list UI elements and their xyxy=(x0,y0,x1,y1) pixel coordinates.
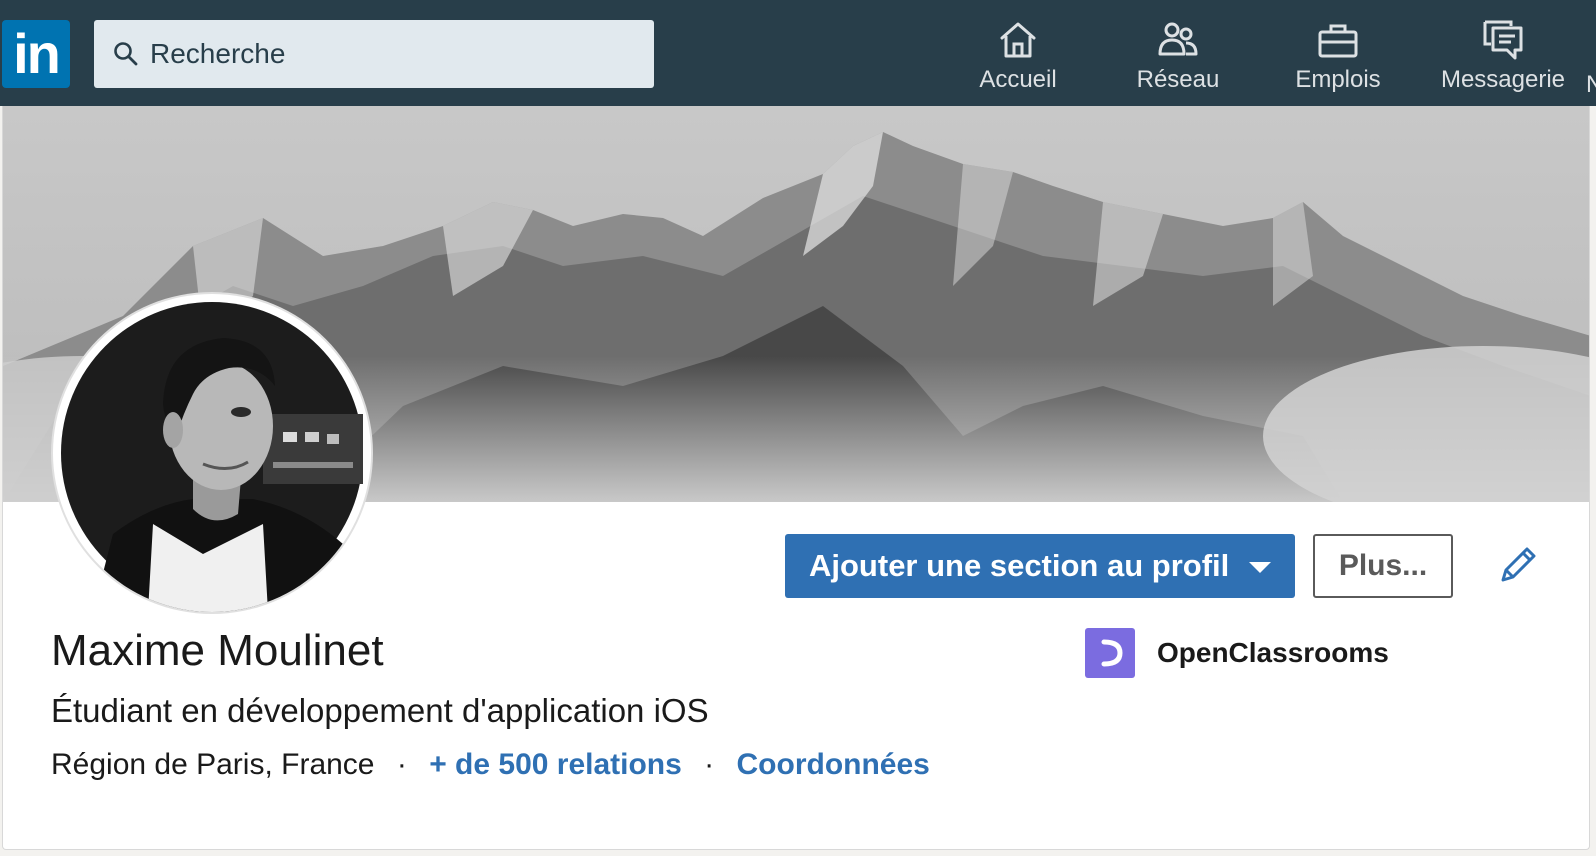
nav-item-reseau[interactable]: Réseau xyxy=(1118,18,1238,98)
linkedin-logo[interactable]: in xyxy=(2,20,70,88)
nav-item-messagerie[interactable]: Messagerie xyxy=(1428,18,1578,98)
messaging-icon xyxy=(1483,20,1523,60)
profile-card: Ajouter une section au profil Plus... Ma… xyxy=(2,106,1590,850)
profile-location: Région de Paris, France xyxy=(51,748,375,781)
nav-item-overflow[interactable]: N xyxy=(1586,70,1596,100)
openclassrooms-logo xyxy=(1085,628,1135,678)
company-name: OpenClassrooms xyxy=(1157,637,1389,668)
nav-label-accueil: Accueil xyxy=(979,66,1057,93)
home-icon xyxy=(1000,22,1036,58)
briefcase-icon xyxy=(1318,24,1358,58)
global-navbar: in Accueil Réseau Emplois xyxy=(0,0,1596,106)
nav-item-accueil[interactable]: Accueil xyxy=(958,18,1078,98)
nav-item-emplois[interactable]: Emplois xyxy=(1278,18,1398,98)
nav-label-emplois: Emplois xyxy=(1295,66,1381,93)
caret-down-icon xyxy=(1249,562,1271,573)
more-button[interactable]: Plus... xyxy=(1313,534,1453,598)
separator-dot: · xyxy=(704,748,715,781)
profile-meta: Région de Paris, France · + de 500 relat… xyxy=(51,748,930,782)
search-box[interactable] xyxy=(94,20,654,88)
openclassrooms-logo-glyph xyxy=(1101,639,1123,667)
add-profile-section-label: Ajouter une section au profil xyxy=(809,548,1230,583)
add-profile-section-button[interactable]: Ajouter une section au profil xyxy=(785,534,1295,598)
connections-link[interactable]: + de 500 relations xyxy=(429,748,682,781)
contact-info-link[interactable]: Coordonnées xyxy=(737,748,930,781)
profile-avatar[interactable] xyxy=(53,294,371,612)
network-icon xyxy=(1158,22,1198,56)
profile-headline: Étudiant en développement d'application … xyxy=(51,692,709,729)
profile-name: Maxime Moulinet xyxy=(51,626,384,675)
nav-label-reseau: Réseau xyxy=(1136,66,1220,93)
pencil-icon[interactable] xyxy=(1497,542,1541,586)
profile-photo xyxy=(61,302,363,612)
separator-dot: · xyxy=(396,748,407,781)
search-icon xyxy=(114,42,138,66)
search-input[interactable] xyxy=(150,34,630,74)
nav-label-messagerie: Messagerie xyxy=(1440,66,1566,93)
